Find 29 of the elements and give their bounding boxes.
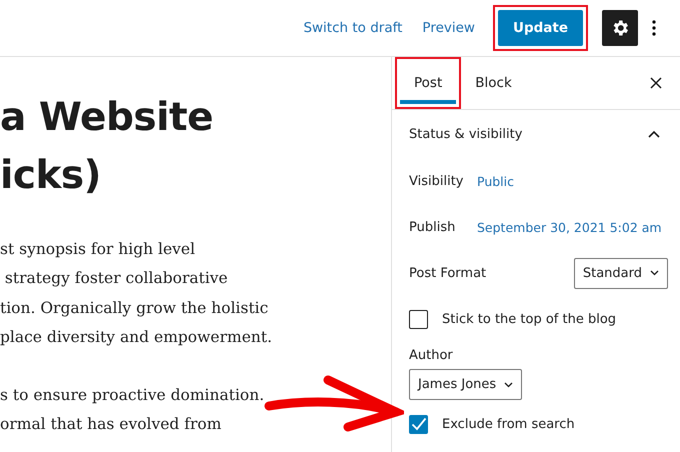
paragraph-line: ormal that has evolved from xyxy=(0,414,222,436)
select-dropdown[interactable]: James Jones xyxy=(409,369,522,400)
field-label: Publish xyxy=(409,220,456,234)
paragraph-line: place diversity and empowerment. xyxy=(0,326,273,348)
paragraph-line: tion. Organically grow the holistic xyxy=(0,298,270,319)
sidebar-tab[interactable]: Post xyxy=(400,62,456,104)
update-button[interactable]: Update xyxy=(498,10,583,46)
caret-icon xyxy=(650,270,659,276)
paragraph-line: strategy foster collaborative xyxy=(4,268,229,290)
field-label: Author xyxy=(409,348,453,363)
toolbar-link[interactable]: Preview xyxy=(422,14,475,42)
post-title-line: a Website xyxy=(0,94,214,142)
checkbox-label: Stick to the top of the blog xyxy=(442,312,616,326)
checkbox[interactable] xyxy=(409,310,428,328)
paragraph-line: s to ensure proactive domination. xyxy=(0,385,266,406)
post-title-line: icks) xyxy=(0,152,102,200)
checkbox[interactable] xyxy=(409,414,428,434)
checkbox-label: Exclude from search xyxy=(442,416,575,432)
value-link[interactable]: September 30, 2021 5:02 am xyxy=(477,220,662,234)
settings-button[interactable] xyxy=(602,10,638,46)
paragraph-line: st synopsis for high level xyxy=(0,239,196,260)
sidebar-tab[interactable]: Block xyxy=(461,57,526,109)
toolbar-link[interactable]: Switch to draft xyxy=(303,14,402,42)
field-label: Post Format xyxy=(409,266,486,280)
select-dropdown[interactable]: Standard xyxy=(574,258,668,288)
field-label: Visibility xyxy=(409,174,464,188)
value-link[interactable]: Public xyxy=(477,174,514,188)
panel-title: Status & visibility xyxy=(409,126,522,142)
caret-icon xyxy=(504,382,514,388)
